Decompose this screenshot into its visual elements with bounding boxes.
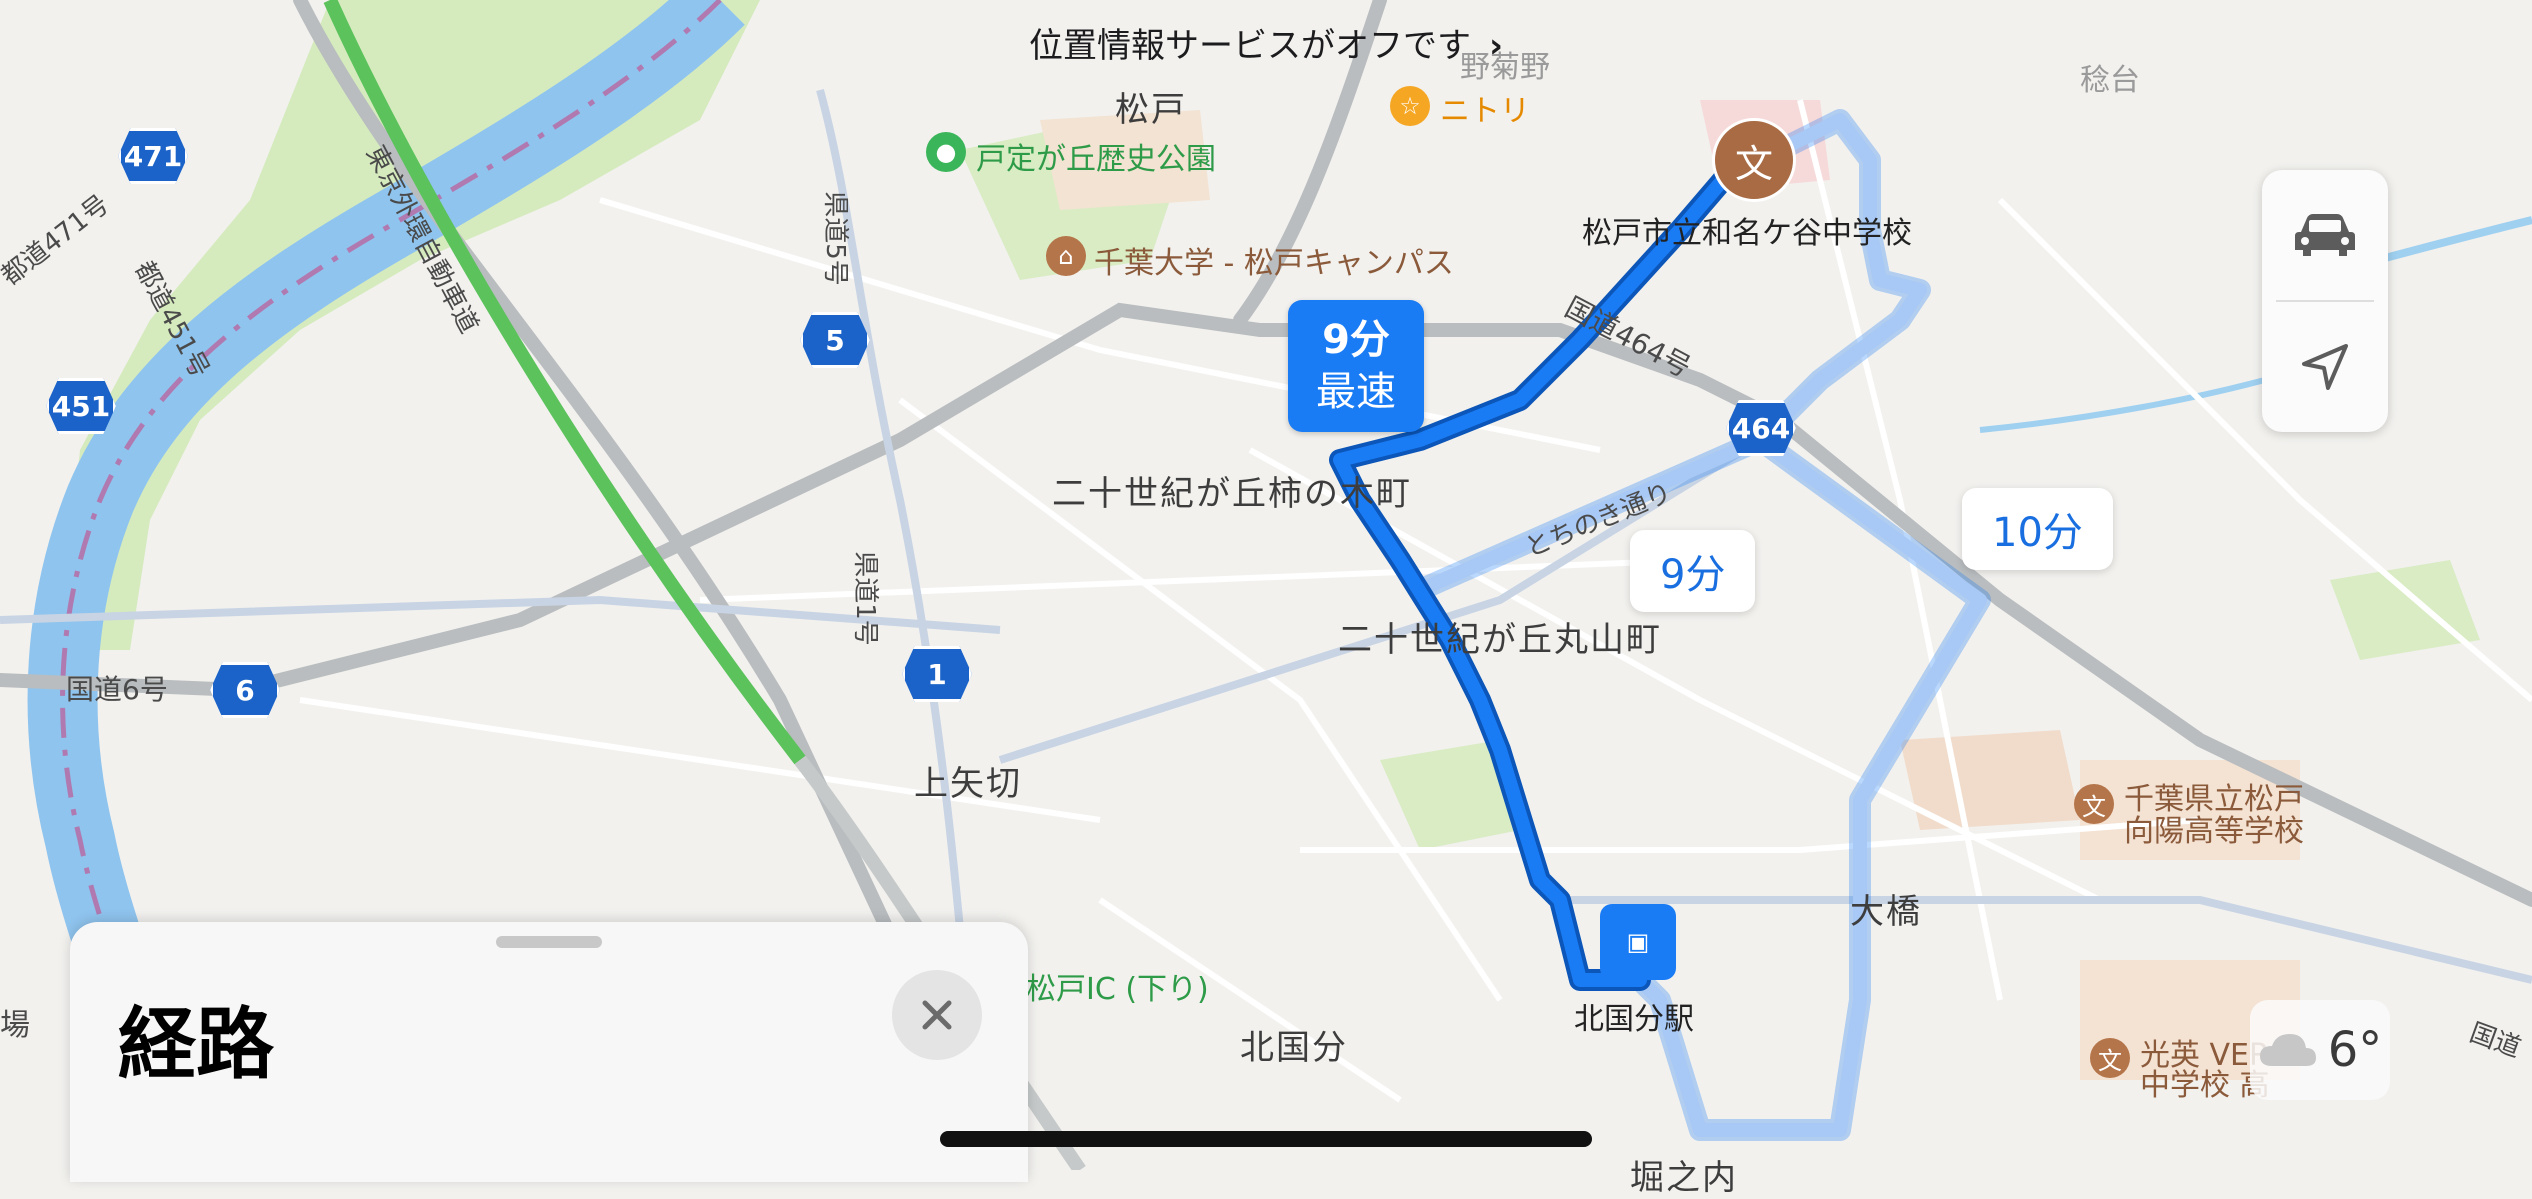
label-top-district: 野菊野 [1460, 50, 1550, 85]
label-chiba-univ[interactable]: 千葉大学 - 松戸キャンパス [1094, 238, 1454, 282]
label-top-right-district: 稔台 [2080, 63, 2140, 98]
label-station[interactable]: 北国分駅 [1574, 994, 1694, 1038]
sheet-grabber[interactable] [496, 936, 602, 948]
label-ohashi: 大橋 [1850, 892, 1922, 932]
alternate-route-bubble-2[interactable]: 10分 [1962, 488, 2113, 570]
cloud-icon [2259, 1034, 2316, 1066]
school-icon[interactable]: 文 [2074, 784, 2114, 824]
label-destination-school[interactable]: 松戸市立和名ケ谷中学校 [1582, 208, 1912, 252]
train-station-icon[interactable]: ▣ [1600, 904, 1676, 980]
label-maruyamacho: 二十世紀が丘丸山町 [1338, 620, 1662, 660]
label-nitori[interactable]: ニトリ [1440, 86, 1530, 130]
route-time: 9分 [1322, 317, 1390, 363]
home-indicator[interactable] [940, 1131, 1592, 1147]
temperature: 6° [2327, 1022, 2383, 1078]
transport-mode-button[interactable] [2262, 170, 2388, 300]
park-area [2330, 560, 2480, 660]
map-controls [2262, 170, 2388, 432]
label-koyo-hs-2[interactable]: 向陽高等学校 [2124, 806, 2304, 850]
route-tag: 最速 [1316, 369, 1396, 415]
alternate-route-bubble-1[interactable]: 9分 [1630, 530, 1756, 612]
shield-451[interactable]: 451 [46, 378, 116, 434]
park-icon[interactable]: ● [926, 132, 966, 172]
label-kitakokubun: 北国分 [1240, 1028, 1348, 1068]
school-icon[interactable]: 文 [2090, 1038, 2130, 1078]
shield-5[interactable]: 5 [800, 312, 870, 368]
label-kamiyagiri: 上矢切 [914, 764, 1022, 804]
shield-464[interactable]: 464 [1726, 400, 1796, 456]
label-route-6: 国道6号 [66, 673, 168, 706]
university-icon[interactable]: ⌂ [1046, 236, 1086, 276]
label-horinouchi: 堀之内 [1630, 1158, 1738, 1198]
current-location-button[interactable] [2262, 302, 2388, 432]
school-destination-icon[interactable]: 文 [1712, 118, 1796, 202]
primary-route-bubble[interactable]: 9分 最速 [1288, 300, 1424, 432]
location-services-banner[interactable]: 位置情報サービスがオフです › [0, 18, 2532, 67]
label-matsudo: 松戸 [1115, 90, 1187, 130]
directions-sheet[interactable]: 経路 [70, 922, 1028, 1182]
shield-471[interactable]: 471 [118, 128, 188, 184]
location-arrow-icon [2302, 344, 2348, 390]
location-off-text: 位置情報サービスがオフです [1028, 26, 1471, 66]
shop-icon[interactable]: ☆ [1390, 86, 1430, 126]
label-matsudo-ic[interactable]: 松戸IC (下り) [1026, 964, 1209, 1008]
label-kendo-5: 県道5号 [819, 191, 850, 286]
sheet-title: 経路 [118, 1000, 275, 1090]
car-icon [2295, 214, 2355, 256]
label-park[interactable]: 戸定が丘歴史公園 [976, 134, 1216, 178]
close-icon [922, 1000, 952, 1030]
shield-6[interactable]: 6 [210, 662, 280, 718]
label-kakinokicho: 二十世紀が丘柿の木町 [1052, 474, 1412, 514]
close-button[interactable] [892, 970, 982, 1060]
shield-1[interactable]: 1 [902, 646, 972, 702]
label-left-edge: 場 [0, 1008, 30, 1043]
label-kendo-1: 県道1号 [849, 551, 880, 646]
stream [1979, 367, 2301, 433]
weather-widget[interactable]: 6° [2250, 1000, 2390, 1100]
